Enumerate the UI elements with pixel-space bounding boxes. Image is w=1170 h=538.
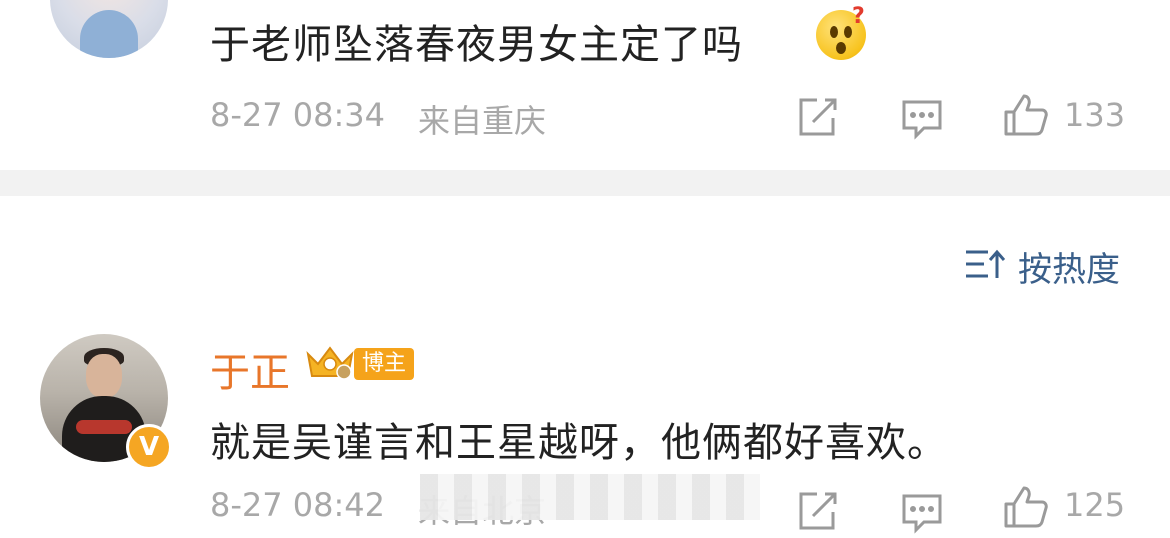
avatar-collar <box>80 10 138 58</box>
avatar-arm <box>76 420 132 434</box>
like-count: 125 <box>1064 486 1126 524</box>
like-icon[interactable] <box>1002 92 1050 140</box>
surprised-emoji-icon: ? <box>816 4 866 60</box>
comment-location: 来自重庆 <box>418 102 547 140</box>
emoji-eye <box>844 26 852 38</box>
comment-text: 就是吴谨言和王星越呀，他俩都好喜欢。 <box>210 420 948 466</box>
like-icon[interactable] <box>1002 484 1050 532</box>
like-count: 133 <box>1064 96 1126 134</box>
emoji-mouth <box>836 42 846 54</box>
avatar[interactable] <box>50 0 168 58</box>
comment-icon[interactable] <box>900 490 944 534</box>
avatar-head <box>86 354 122 398</box>
emoji-eye <box>830 26 838 38</box>
watermark-overlay <box>420 474 760 520</box>
comment-time: 8-27 08:42 <box>210 486 386 524</box>
share-icon[interactable] <box>795 490 839 534</box>
emoji-question-mark: ? <box>852 4 865 29</box>
comment-icon[interactable] <box>900 96 944 140</box>
crown-icon <box>304 344 356 380</box>
comment-text: 于老师坠落春夜男女主定了吗 <box>210 22 743 68</box>
blogger-badge: 博主 <box>354 348 415 380</box>
sort-label: 按热度 <box>1018 250 1120 290</box>
share-icon[interactable] <box>795 96 839 140</box>
sort-toggle[interactable]: 按热度 <box>964 244 1128 290</box>
verified-badge-icon: V <box>126 424 172 470</box>
section-divider <box>0 170 1170 196</box>
username[interactable]: 于正 <box>210 340 290 398</box>
comment-time: 8-27 08:34 <box>210 96 386 134</box>
